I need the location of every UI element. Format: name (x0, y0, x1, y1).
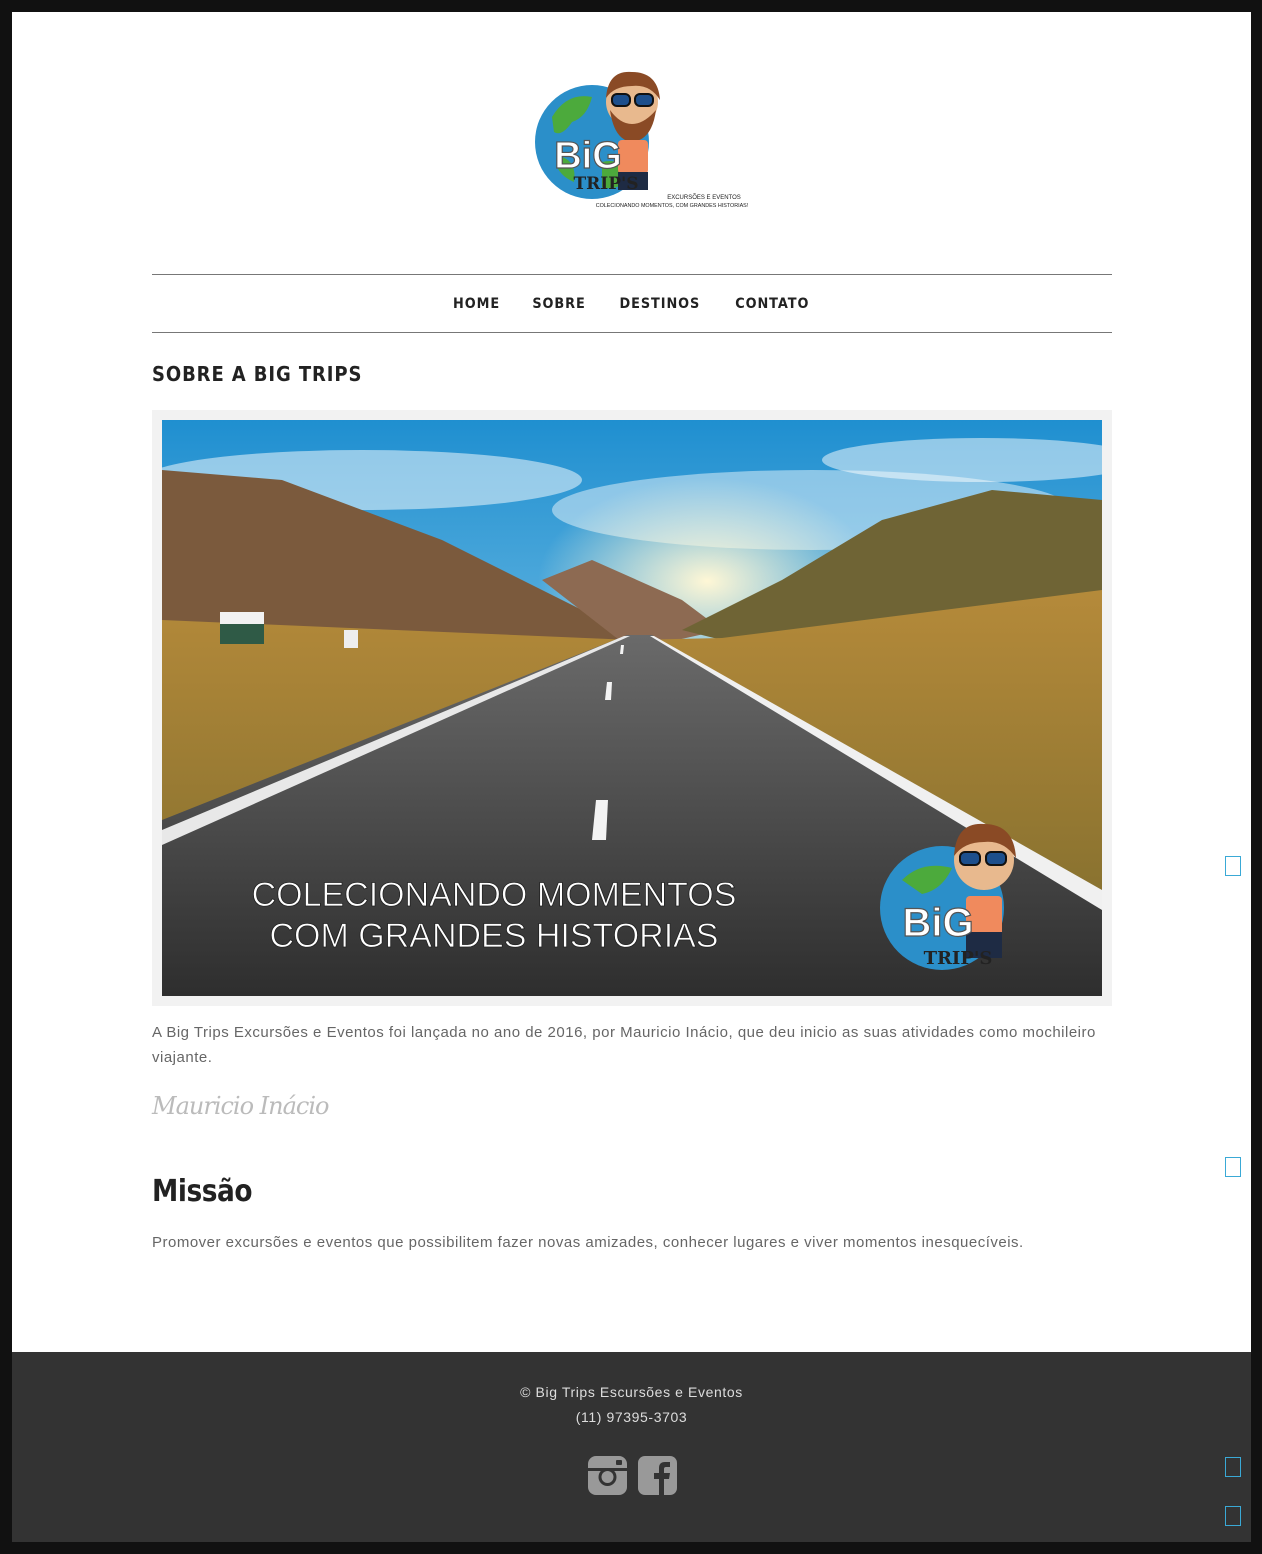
page-frame: BiG TRIP'S EXCURSÕES E EVENTOS COLECIONA… (12, 12, 1251, 1542)
side-widget-2[interactable] (1225, 1157, 1241, 1177)
svg-text:TRIP'S: TRIP'S (574, 174, 639, 194)
signature: Mauricio Inácio (152, 1092, 329, 1120)
site-footer: © Big Trips Escursões e Eventos (11) 973… (12, 1352, 1251, 1542)
social-links (587, 1455, 678, 1496)
nav-home[interactable]: HOME (453, 296, 500, 312)
svg-text:COM GRANDES HISTORIAS: COM GRANDES HISTORIAS (270, 917, 719, 955)
svg-text:EXCURSÕES E EVENTOS: EXCURSÕES E EVENTOS (667, 194, 741, 201)
facebook-icon[interactable] (637, 1455, 678, 1496)
instagram-icon[interactable] (587, 1455, 628, 1496)
main-nav: HOME SOBRE DESTINOS CONTATO (152, 274, 1112, 333)
side-widget-1[interactable] (1225, 856, 1241, 876)
svg-text:COLECIONANDO MOMENTOS: COLECIONANDO MOMENTOS (252, 876, 737, 914)
svg-text:BiG: BiG (902, 901, 973, 945)
footer-copyright: © Big Trips Escursões e Eventos (520, 1384, 743, 1400)
site-logo[interactable]: BiG TRIP'S EXCURSÕES E EVENTOS COLECIONA… (532, 62, 752, 222)
nav-destinos[interactable]: DESTINOS (620, 296, 701, 312)
mission-text: Promover excursões e eventos que possibi… (152, 1234, 1024, 1251)
svg-text:BiG: BiG (554, 135, 622, 177)
svg-text:TRIP'S: TRIP'S (924, 948, 993, 969)
nav-contato[interactable]: CONTATO (735, 296, 809, 312)
mission-title: Missão (152, 1174, 253, 1209)
nav-sobre[interactable]: SOBRE (533, 296, 586, 312)
road-landscape-image: COLECIONANDO MOMENTOS COM GRANDES HISTOR… (162, 420, 1102, 996)
intro-text: A Big Trips Excursões e Eventos foi lanç… (152, 1024, 1096, 1066)
svg-text:COLECIONANDO MOMENTOS, COM GRA: COLECIONANDO MOMENTOS, COM GRANDES HISTO… (596, 203, 749, 209)
footer-phone: (11) 97395-3703 (575, 1409, 688, 1425)
logo-graphic: BiG TRIP'S EXCURSÕES E EVENTOS COLECIONA… (535, 71, 749, 209)
page-title: SOBRE A BIG TRIPS (152, 362, 363, 386)
side-widget-3[interactable] (1225, 1457, 1241, 1477)
hero-image: COLECIONANDO MOMENTOS COM GRANDES HISTOR… (152, 410, 1112, 1006)
side-widget-4[interactable] (1225, 1506, 1241, 1526)
